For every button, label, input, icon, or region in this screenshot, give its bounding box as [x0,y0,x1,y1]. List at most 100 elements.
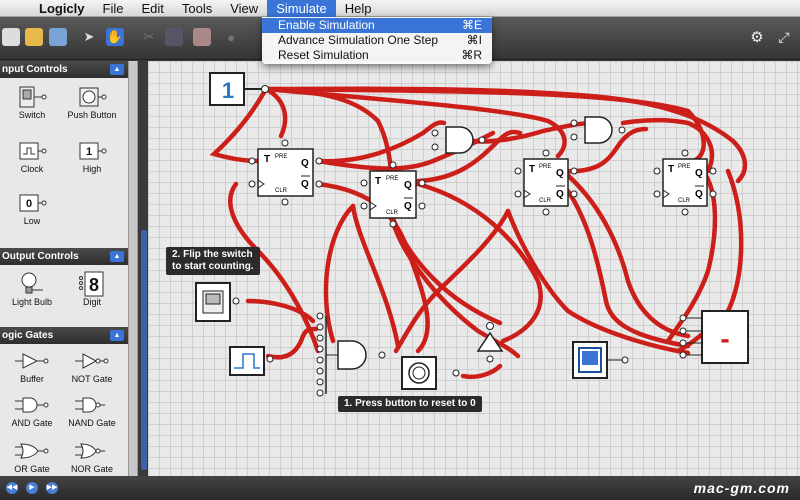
fullscreen-icon[interactable]: ⤢ [775,28,793,46]
push-button-icon [79,87,107,107]
t-flip-flop-3[interactable]: T PRE Q CLR Q [514,149,578,216]
palette-buffer[interactable]: Buffer [0,348,64,384]
cut-icon[interactable]: ✂ [140,28,158,46]
svg-text:0: 0 [26,198,32,210]
menu-item-enable-simulation[interactable]: Enable Simulation ⌘E [262,18,492,33]
menu-item-reset-simulation[interactable]: Reset Simulation ⌘R [262,48,492,63]
reset-push-button[interactable] [401,356,460,390]
ff-clr-label: CLR [386,210,399,216]
ff-clr-label: CLR [678,198,691,204]
clock-icon [19,142,47,160]
menu-simulate[interactable]: Simulate [267,0,336,17]
ff-qbar-label: Q [301,179,309,190]
ff-qbar-label: Q [695,189,703,200]
gear-icon[interactable]: ⚙ [748,28,766,46]
ff-q-label: Q [556,168,564,179]
t-flip-flop-2[interactable]: T PRE Q CLR Q [360,161,426,228]
simulate-dropdown: Enable Simulation ⌘E Advance Simulation … [262,17,492,64]
ff-clr-label: CLR [275,188,288,194]
digit-value: - [720,323,729,354]
menu-tools[interactable]: Tools [173,0,221,17]
watermark: mac-gm.com [693,480,790,496]
collapse-icon[interactable]: ▲ [110,64,124,75]
ff-pre-label: PRE [386,176,398,182]
low-icon: 0 [19,194,47,212]
palette-digit[interactable]: 8 Digit [60,271,124,307]
ff-q-label: Q [695,168,703,179]
ff-t-label: T [668,164,674,175]
high-value: 1 [222,78,234,103]
menu-help[interactable]: Help [336,0,381,17]
and-gate-icon [15,397,49,413]
palette-high[interactable]: 1 High [60,138,124,174]
paste-icon[interactable] [193,28,211,46]
nand-gate-icon [75,397,105,413]
palette-and-gate[interactable]: AND Gate [0,392,64,428]
ff-q-label: Q [404,180,412,191]
pointer-tool-icon[interactable]: ➤ [80,28,98,46]
canvas-scroll-indicator[interactable] [141,230,147,470]
palette-nor-gate[interactable]: NOR Gate [60,438,124,474]
save-icon[interactable] [49,28,67,46]
bottom-bar: ◀◀ ▶ ▶▶ mac-gm.com [0,476,800,500]
collapse-icon[interactable]: ▲ [110,251,124,262]
palette-nand-gate[interactable]: NAND Gate [60,392,124,428]
buffer-gate-icon [15,353,49,369]
palette-push-button[interactable]: Push Button [60,84,124,120]
section-logic-gates[interactable]: ogic Gates ▲ [0,327,128,344]
ff-qbar-label: Q [404,201,412,212]
copy-icon[interactable] [165,28,183,46]
high-icon: 1 [79,142,107,160]
hand-tool-icon[interactable]: ✋ [106,28,124,46]
clock-input[interactable] [229,346,274,376]
digit-icon: 8 [79,271,104,297]
collapse-icon[interactable]: ▲ [110,330,124,341]
zoom-icon[interactable]: ● [222,28,240,46]
or-gate-icon [15,443,49,459]
section-input-controls[interactable]: nput Controls ▲ [0,61,128,78]
section-output-controls[interactable]: Output Controls ▲ [0,248,128,265]
and-gate-top-2[interactable] [570,116,626,144]
menu-app[interactable]: Logicly [30,0,94,17]
play-icon[interactable]: ▶ [26,482,38,494]
open-folder-icon[interactable] [25,28,43,46]
palette-not-gate[interactable]: NOT Gate [60,348,124,384]
menubar: Logicly File Edit Tools View Simulate He… [0,0,800,17]
svg-text:1: 1 [86,146,92,158]
wires [209,86,748,379]
component-palette: nput Controls ▲ Switch Push Button Clock… [0,61,128,476]
menu-file[interactable]: File [94,0,133,17]
ff-pre-label: PRE [678,164,690,170]
ff-qbar-label: Q [556,189,564,200]
svg-text:8: 8 [89,275,99,295]
fast-forward-icon[interactable]: ▶▶ [46,482,58,494]
palette-clock[interactable]: Clock [0,138,64,174]
annotation-press-button: 1. Press button to reset to 0 [338,396,482,412]
ff-pre-label: PRE [539,164,551,170]
palette-switch[interactable]: Switch [0,84,64,120]
nor-gate-icon [75,443,105,459]
not-gate-icon [75,353,109,369]
ff-pre-label: PRE [275,154,287,160]
light-bulb-output[interactable] [572,341,629,379]
menu-edit[interactable]: Edit [132,0,172,17]
rewind-icon[interactable]: ◀◀ [6,482,18,494]
annotation-flip-switch: 2. Flip the switch to start counting. [166,247,260,275]
menu-item-advance-one-step[interactable]: Advance Simulation One Step ⌘I [262,33,492,48]
ff-q-label: Q [301,158,309,169]
palette-low[interactable]: 0 Low [0,190,64,226]
ff-t-label: T [264,154,270,165]
palette-light-bulb[interactable]: Light Bulb [0,271,64,307]
circuit-canvas[interactable]: 1 T PRE Q CLR Q T PRE Q CLR Q T PRE Q CL… [148,61,800,476]
ff-t-label: T [375,176,381,187]
toggle-switch[interactable] [195,282,240,322]
new-file-icon[interactable] [2,28,20,46]
palette-or-gate[interactable]: OR Gate [0,438,64,474]
digit-display[interactable]: - [679,310,749,364]
ff-t-label: T [529,164,535,175]
t-flip-flop-4[interactable]: T PRE Q CLR Q [653,149,717,216]
menu-view[interactable]: View [221,0,267,17]
t-flip-flop-1[interactable]: T PRE Q CLR Q [248,139,323,206]
sidebar-divider[interactable] [128,61,138,476]
ff-clr-label: CLR [539,198,552,204]
